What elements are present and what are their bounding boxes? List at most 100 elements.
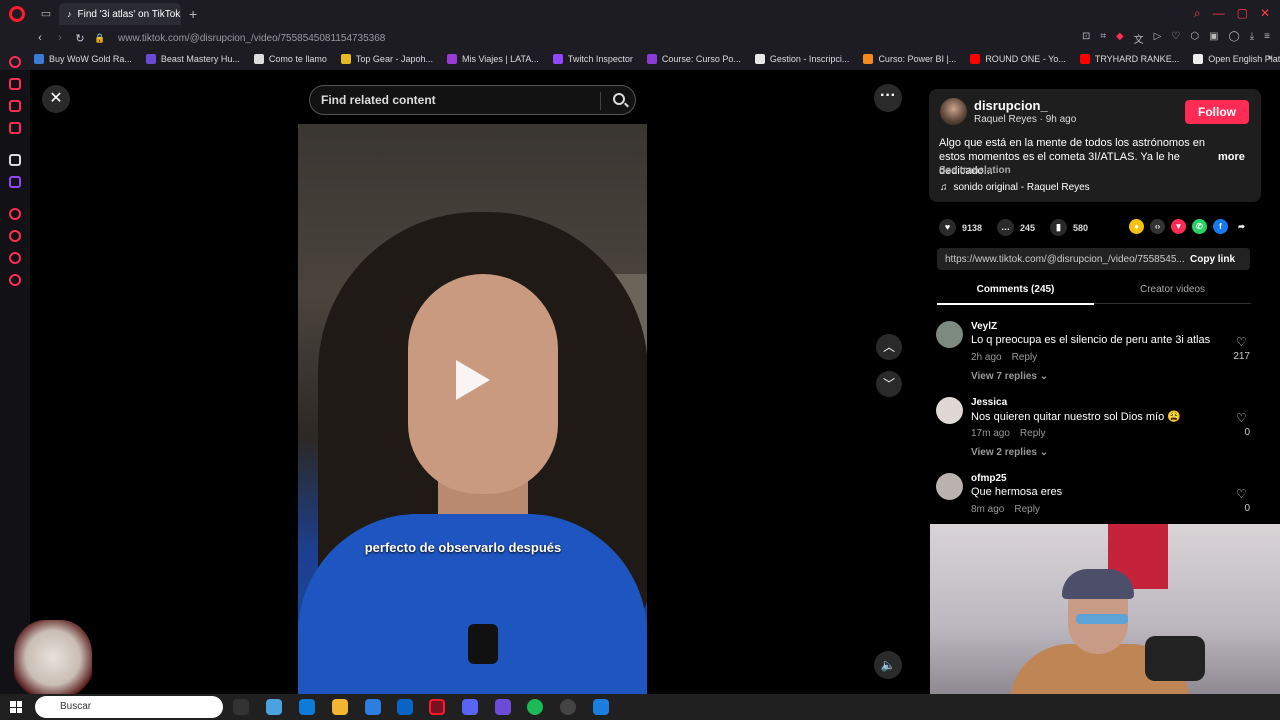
menu-icon[interactable]: ≡ xyxy=(1264,31,1270,46)
teams-icon[interactable] xyxy=(495,699,511,715)
creator-avatar[interactable] xyxy=(940,98,967,125)
shield-icon[interactable]: ◆ xyxy=(1116,31,1124,46)
sidebar-extensions-icon[interactable] xyxy=(9,252,21,264)
bookmarks-overflow-icon[interactable]: » xyxy=(1267,52,1272,62)
taskbar-search-input[interactable]: Buscar xyxy=(35,696,223,718)
bookmark-item[interactable]: Curso: Power BI |... xyxy=(863,54,956,64)
video-player[interactable]: perfecto de observarlo después xyxy=(298,124,647,694)
edge-icon[interactable] xyxy=(299,699,315,715)
description-more-link[interactable]: more xyxy=(1218,151,1245,163)
save-stat[interactable]: ▮ 580 xyxy=(1050,219,1088,236)
bookmark-item[interactable]: Gestion - Inscripci... xyxy=(754,54,849,64)
previous-video-button[interactable]: ︿ xyxy=(876,334,902,360)
bookmark-item[interactable]: Mis Viajes | LATA... xyxy=(446,54,539,64)
more-options-button[interactable]: ··· xyxy=(874,84,902,112)
sidebar-chat-icon[interactable] xyxy=(9,100,21,112)
search-tabs-icon[interactable]: ⌕ xyxy=(1194,6,1201,21)
next-video-button[interactable]: ﹀ xyxy=(876,371,902,397)
share-arrow-icon[interactable]: ➦ xyxy=(1234,219,1249,234)
close-video-button[interactable]: ✕ xyxy=(42,85,70,113)
heart-icon[interactable]: ♥ xyxy=(939,219,956,236)
obs-icon[interactable] xyxy=(560,699,576,715)
url-field[interactable]: www.tiktok.com/@disrupcion_/video/755854… xyxy=(118,33,385,44)
app-icon[interactable] xyxy=(593,699,609,715)
discord-icon[interactable] xyxy=(462,699,478,715)
comment-username[interactable]: ofmp25 xyxy=(971,473,1007,484)
bookmark-item[interactable]: ROUND ONE - Yo... xyxy=(970,54,1066,64)
sidebar-twitch-icon[interactable] xyxy=(9,176,21,188)
close-window-icon[interactable]: ✕ xyxy=(1260,6,1270,21)
bookmark-item[interactable]: Twitch Inspector xyxy=(552,54,633,64)
related-search-input[interactable]: Find related content xyxy=(309,85,636,115)
sidebar-history-icon[interactable] xyxy=(9,56,21,68)
bookmark-page-icon[interactable]: ⊡ xyxy=(1082,31,1090,46)
browser-tab-active[interactable]: ♪ Find '3i atlas' on TikTok | xyxy=(59,3,181,25)
whatsapp-icon[interactable]: ✆ xyxy=(1192,219,1207,234)
play-icon[interactable] xyxy=(456,360,490,400)
see-translation-link[interactable]: See translation xyxy=(939,165,1011,176)
sidebar-mail-icon[interactable] xyxy=(9,122,21,134)
send-icon[interactable]: ▷ xyxy=(1154,31,1162,46)
reply-button[interactable]: Reply xyxy=(1012,352,1038,363)
bookmark-item[interactable]: Como te llamo xyxy=(253,54,327,64)
reply-button[interactable]: Reply xyxy=(1020,428,1046,439)
coin-share-icon[interactable]: ● xyxy=(1129,219,1144,234)
tab-overview-icon[interactable]: ▭ xyxy=(39,7,53,21)
embed-icon[interactable]: ‹› xyxy=(1150,219,1165,234)
volume-icon[interactable]: 🔈 xyxy=(874,651,902,679)
profile-icon[interactable]: ◯ xyxy=(1229,31,1240,46)
wallet-icon[interactable]: ▣ xyxy=(1209,31,1218,46)
sidebar-aria-icon[interactable] xyxy=(9,154,21,166)
windows-start-icon[interactable] xyxy=(10,701,22,713)
comment-avatar[interactable] xyxy=(936,397,963,424)
sidebar-clock-icon[interactable] xyxy=(9,230,21,242)
download-icon[interactable]: ⤓ xyxy=(1250,31,1254,46)
sound-link[interactable]: ♫ sonido original - Raquel Reyes xyxy=(940,182,1090,193)
opera-taskbar-icon[interactable] xyxy=(429,699,445,715)
facebook-icon[interactable]: f xyxy=(1213,219,1228,234)
spotify-icon[interactable] xyxy=(527,699,543,715)
comment-username[interactable]: Jessica xyxy=(971,397,1007,408)
follow-button[interactable]: Follow xyxy=(1185,100,1249,124)
comment-username[interactable]: VeylZ xyxy=(971,321,997,332)
comment-like-icon[interactable]: ♡ xyxy=(1236,411,1247,425)
comment-like-icon[interactable]: ♡ xyxy=(1236,487,1247,501)
view-replies-button[interactable]: View 2 replies ⌄ xyxy=(971,447,1048,458)
minimize-icon[interactable]: — xyxy=(1213,6,1225,21)
reload-icon[interactable]: ↻ xyxy=(70,32,90,45)
opera-logo-icon[interactable] xyxy=(9,6,25,22)
creator-username[interactable]: disrupcion_ xyxy=(974,98,1048,113)
copy-link-button[interactable]: Copy link xyxy=(1190,254,1235,265)
video-link-url[interactable]: https://www.tiktok.com/@disrupcion_/vide… xyxy=(945,254,1185,265)
sidebar-settings-icon[interactable] xyxy=(9,274,21,286)
heart-icon[interactable]: ♡ xyxy=(1171,31,1180,46)
copilot-icon[interactable] xyxy=(266,699,282,715)
outlook-icon[interactable] xyxy=(397,699,413,715)
bookmark-item[interactable]: Course: Curso Po... xyxy=(646,54,741,64)
file-explorer-icon[interactable] xyxy=(332,699,348,715)
search-icon[interactable] xyxy=(613,93,625,105)
comment-stat[interactable]: … 245 xyxy=(997,219,1035,236)
extensions-icon[interactable]: ⬡ xyxy=(1190,31,1199,46)
forward-icon[interactable]: › xyxy=(50,32,70,44)
comment-avatar[interactable] xyxy=(936,473,963,500)
comment-like-icon[interactable]: ♡ xyxy=(1236,335,1247,349)
comment-icon[interactable]: … xyxy=(997,219,1014,236)
bookmark-item[interactable]: Beast Mastery Hu... xyxy=(145,54,240,64)
sidebar-messenger-icon[interactable] xyxy=(9,78,21,90)
tab-comments[interactable]: Comments (245) xyxy=(937,284,1094,305)
task-view-icon[interactable] xyxy=(233,699,249,715)
back-icon[interactable]: ‹ xyxy=(30,32,50,44)
new-tab-button[interactable]: + xyxy=(189,6,197,22)
repost-icon[interactable]: ▼ xyxy=(1171,219,1186,234)
tab-creator-videos[interactable]: Creator videos xyxy=(1094,284,1251,304)
like-stat[interactable]: ♥ 9138 xyxy=(939,219,982,236)
reply-button[interactable]: Reply xyxy=(1014,504,1040,515)
store-icon[interactable] xyxy=(365,699,381,715)
snapshot-icon[interactable]: ⌗ xyxy=(1100,31,1106,46)
translate-icon[interactable]: 文 xyxy=(1134,31,1144,46)
bookmark-item[interactable]: TRYHARD RANKE... xyxy=(1079,54,1179,64)
maximize-icon[interactable]: ▢ xyxy=(1237,6,1248,21)
bookmark-icon[interactable]: ▮ xyxy=(1050,219,1067,236)
comment-avatar[interactable] xyxy=(936,321,963,348)
